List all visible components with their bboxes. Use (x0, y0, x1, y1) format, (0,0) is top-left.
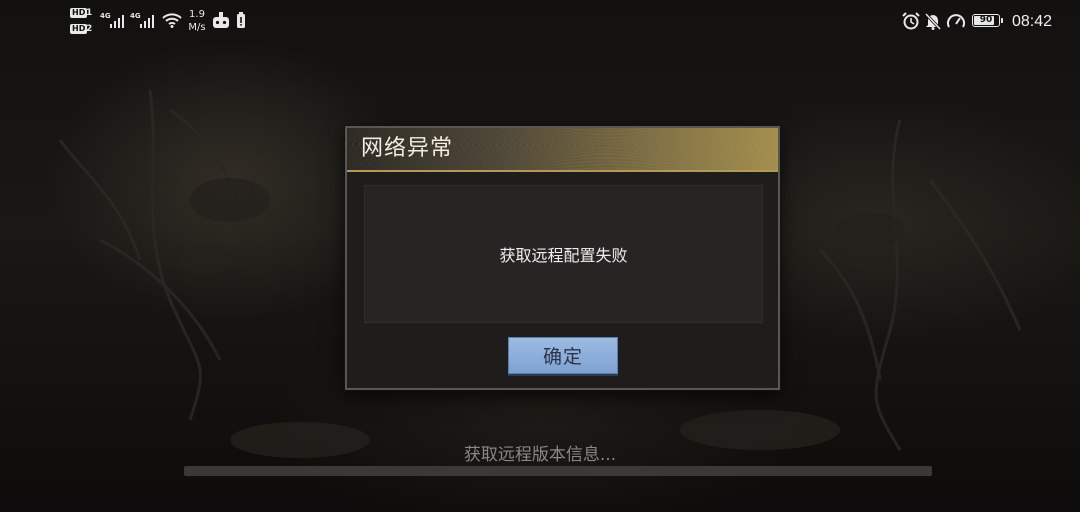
battery-icon: 90 (972, 14, 1003, 27)
sim-slot-2: 2 (86, 24, 93, 34)
loading-status-text: 获取远程版本信息... (463, 445, 617, 465)
confirm-button-label: 确定 (542, 346, 583, 368)
network-error-dialog: 网络异常 获取远程配置失败 确定 (345, 126, 780, 390)
signal-icon (110, 15, 124, 28)
speed-value: 1.9 (189, 9, 205, 20)
dialog-message: 获取远程配置失败 (499, 246, 628, 265)
status-right: 90 08:42 (902, 8, 1052, 36)
signal-icon (140, 15, 154, 28)
dialog-message-box: 获取远程配置失败 (364, 185, 763, 323)
bell-off-icon (924, 12, 942, 30)
hd-badge-1: HD (70, 8, 88, 18)
battery-level: 90 (979, 15, 993, 25)
confirm-button[interactable]: 确定 (508, 337, 618, 374)
game-controller-icon (213, 12, 229, 28)
alarm-clock-icon (902, 12, 920, 30)
clock: 08:42 (1011, 13, 1052, 30)
dialog-header: 网络异常 (347, 128, 778, 172)
gauge-icon (947, 14, 965, 28)
loading-progress-bar (184, 466, 932, 476)
sim-slot-1: 1 (86, 8, 93, 18)
battery-saver-icon (237, 12, 245, 28)
speed-unit: M/s (188, 22, 206, 33)
game-screen: HD 1 HD 2 4G 4G 1.9 M/s 90 08:42 网络异常 获取… (0, 0, 1080, 512)
status-bar: HD 1 HD 2 4G 4G 1.9 M/s 90 08:42 (0, 0, 1080, 44)
wifi-icon (162, 13, 182, 28)
dialog-title: 网络异常 (361, 136, 454, 161)
hd-badge-2: HD (70, 24, 88, 34)
